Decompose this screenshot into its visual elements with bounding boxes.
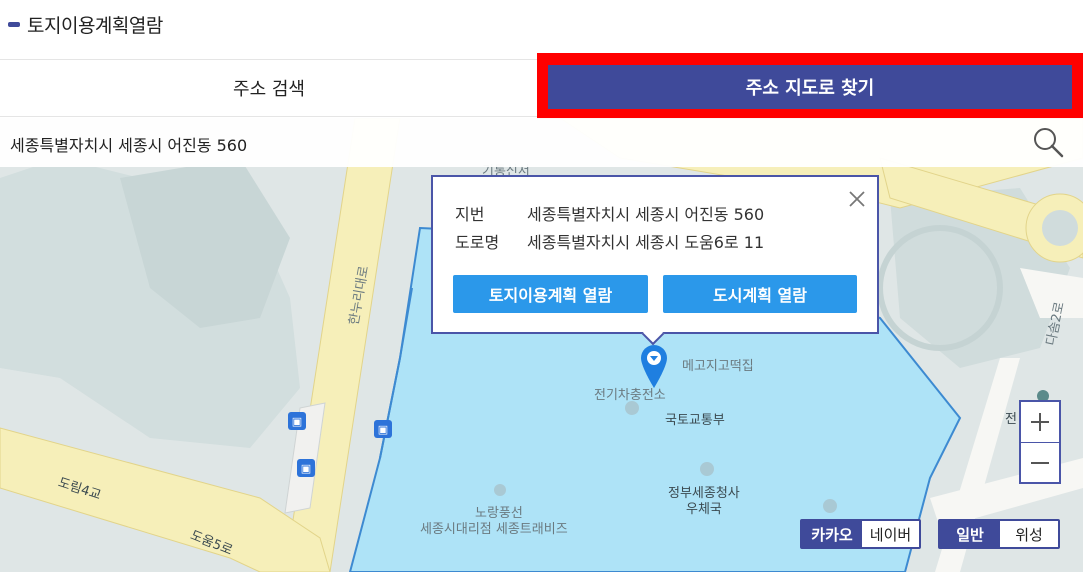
land-use-plan-button[interactable]: 토지이용계획 열람: [453, 275, 648, 313]
address-input[interactable]: 세종특별자치시 세종시 어진동 560: [10, 132, 247, 156]
location-pin-icon[interactable]: [639, 343, 669, 389]
poi-label-megoji: 메고지고떡집: [682, 359, 754, 374]
poi-label-norang-sub: 세종시대리점 세종트래비즈: [420, 522, 568, 537]
bus-stop-icon[interactable]: ▣: [288, 412, 306, 430]
close-icon[interactable]: [847, 189, 867, 209]
bus-stop-icon[interactable]: ▣: [297, 459, 315, 477]
map-type-normal-button[interactable]: 일반: [940, 521, 1000, 547]
zoom-in-icon[interactable]: [1021, 402, 1059, 442]
poi-label-post-office: 우체국: [686, 502, 722, 517]
map-type-toggle: 일반 위성: [938, 519, 1060, 549]
bus-stop-icon[interactable]: ▣: [374, 420, 392, 438]
map-type-satellite-button[interactable]: 위성: [1000, 521, 1058, 547]
jibun-label: 지번: [455, 205, 485, 224]
search-icon[interactable]: [1030, 124, 1066, 160]
tab-address-search[interactable]: 주소 검색: [0, 60, 538, 117]
page-header: 토지이용계획열람: [0, 0, 1083, 60]
parcel-info-popup: 지번 세종특별자치시 세종시 어진동 560 도로명 세종특별자치시 세종시 도…: [431, 175, 879, 334]
address-bar[interactable]: 세종특별자치시 세종시 어진동 560: [0, 118, 1083, 167]
road-address-label: 도로명: [455, 233, 500, 252]
jibun-value: 세종특별자치시 세종시 어진동 560: [527, 205, 765, 224]
map-provider-toggle: 카카오 네이버: [800, 519, 921, 549]
city-plan-button[interactable]: 도시계획 열람: [663, 275, 857, 313]
tab-find-on-map[interactable]: 주소 지도로 찾기: [548, 65, 1072, 109]
provider-naver-button[interactable]: 네이버: [862, 521, 919, 547]
zoom-control: [1019, 400, 1061, 484]
page-title: 토지이용계획열람: [27, 15, 163, 37]
jibun-row: 지번 세종특별자치시 세종시 어진동 560: [455, 201, 764, 225]
tab-bar: 주소 검색 주소 지도로 찾기: [0, 53, 1083, 119]
road-address-row: 도로명 세종특별자치시 세종시 도움6로 11: [455, 229, 764, 253]
title-marker: [8, 22, 20, 27]
zoom-out-icon[interactable]: [1021, 443, 1059, 483]
road-address-value: 세종특별자치시 세종시 도움6로 11: [527, 233, 765, 252]
provider-kakao-button[interactable]: 카카오: [802, 521, 862, 547]
poi-label-molit: 국토교통부: [665, 413, 725, 428]
